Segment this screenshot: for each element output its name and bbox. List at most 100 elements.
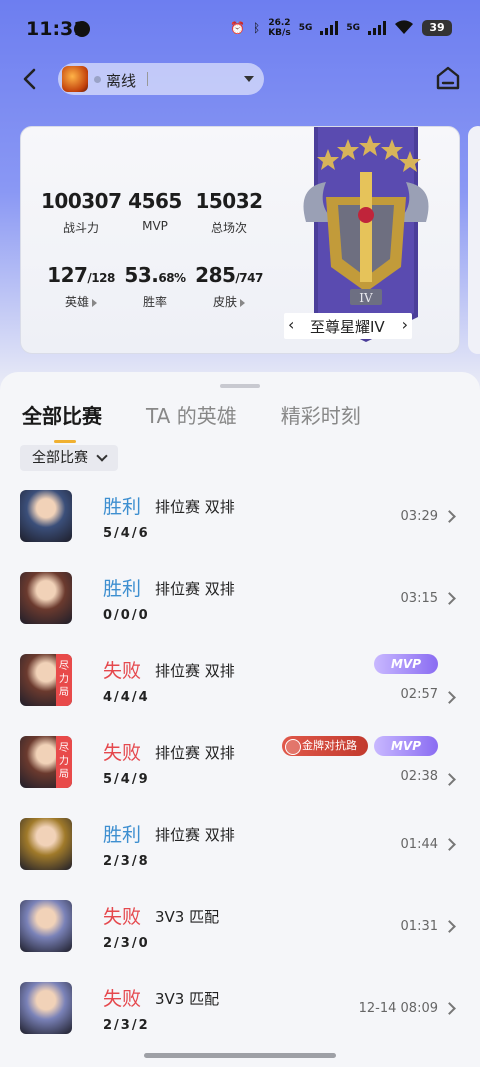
match-mode: 排位赛 双排 bbox=[155, 662, 235, 680]
match-mode: 排位赛 双排 bbox=[155, 498, 235, 516]
match-result: 胜利 bbox=[103, 578, 142, 600]
dropdown-arrow-icon bbox=[244, 76, 254, 82]
hero-portrait bbox=[20, 818, 72, 870]
bluetooth-icon: ᛒ bbox=[253, 21, 261, 35]
next-card-peek[interactable] bbox=[468, 126, 480, 354]
signal-bars-2-icon bbox=[368, 21, 386, 35]
hero-portrait bbox=[20, 982, 72, 1034]
match-history-sheet: 全部比赛 TA 的英雄 精彩时刻 全部比赛 胜利 排位赛 双排 5/4/6 03:29… bbox=[0, 372, 480, 1067]
stat-total-matches: 15032 总场次 bbox=[195, 189, 263, 235]
home-icon bbox=[436, 66, 460, 90]
match-row[interactable]: 胜利 排位赛 双排 2/3/8 01:44 bbox=[0, 818, 480, 890]
hero-portrait bbox=[20, 900, 72, 952]
match-duration: 02:38 bbox=[400, 769, 438, 784]
player-stats-card: 100307 战斗力 4565 MVP 15032 总场次 127/128 英雄… bbox=[20, 126, 460, 354]
stat-heroes[interactable]: 127/128 英雄 bbox=[41, 263, 121, 310]
chevron-right-icon bbox=[443, 510, 456, 523]
match-row[interactable]: 失败 3V3 匹配 2/3/2 12-14 08:09 bbox=[0, 982, 480, 1054]
tab-highlights[interactable]: 精彩时刻 bbox=[281, 400, 361, 429]
gold-lane-badge: 金牌对抗路 bbox=[282, 736, 368, 756]
match-row[interactable]: 胜利 排位赛 双排 5/4/6 03:29 bbox=[0, 490, 480, 562]
prev-season-button[interactable]: ‹ bbox=[288, 315, 294, 334]
chevron-right-icon bbox=[443, 773, 456, 786]
match-duration: 02:57 bbox=[400, 687, 438, 702]
match-kda: 5/4/9 bbox=[103, 772, 150, 787]
globe-icon bbox=[74, 21, 90, 37]
match-result: 胜利 bbox=[103, 824, 142, 846]
hero-portrait bbox=[20, 572, 72, 624]
svg-text:IV: IV bbox=[359, 291, 373, 305]
signal-2-icon: 5G bbox=[346, 23, 360, 33]
sheet-drag-handle[interactable] bbox=[220, 384, 260, 388]
chevron-down-icon bbox=[96, 450, 108, 462]
match-duration: 01:31 bbox=[400, 919, 438, 934]
tab-bar: 全部比赛 TA 的英雄 精彩时刻 bbox=[22, 400, 361, 443]
chevron-right-icon bbox=[92, 298, 97, 307]
stat-skins[interactable]: 285/747 皮肤 bbox=[189, 263, 269, 310]
chevron-right-icon bbox=[443, 1002, 456, 1015]
online-status-dot bbox=[94, 76, 101, 83]
match-mode: 排位赛 双排 bbox=[155, 580, 235, 598]
stat-combat-power: 100307 战斗力 bbox=[41, 189, 122, 235]
match-mode: 3V3 匹配 bbox=[155, 990, 220, 1008]
chevron-right-icon bbox=[443, 920, 456, 933]
tab-their-heroes[interactable]: TA 的英雄 bbox=[146, 400, 237, 429]
divider bbox=[147, 72, 148, 86]
match-row[interactable]: 尽力局 失败 排位赛 双排 4/4/4 MVP 02:57 bbox=[0, 654, 480, 726]
full-effort-badge: 尽力局 bbox=[56, 654, 72, 706]
stat-win-rate: 53.68% 胜率 bbox=[124, 263, 186, 309]
match-result: 失败 bbox=[103, 742, 142, 764]
online-status-label: 离线 bbox=[106, 72, 137, 90]
tab-all-matches[interactable]: 全部比赛 bbox=[22, 400, 102, 443]
next-season-button[interactable]: › bbox=[402, 315, 408, 334]
match-kda: 5/4/6 bbox=[103, 526, 150, 541]
match-filter-dropdown[interactable]: 全部比赛 bbox=[20, 445, 118, 471]
chevron-right-icon bbox=[443, 691, 456, 704]
back-arrow-icon bbox=[23, 68, 36, 90]
match-mode: 排位赛 双排 bbox=[155, 744, 235, 762]
account-switcher[interactable]: 离线 bbox=[58, 63, 264, 95]
match-result: 失败 bbox=[103, 906, 142, 928]
mvp-badge: MVP bbox=[374, 654, 438, 674]
signal-1-icon: 5G bbox=[298, 23, 313, 33]
match-row[interactable]: 尽力局 失败 排位赛 双排 5/4/9 金牌对抗路 MVP 02:38 bbox=[0, 736, 480, 808]
match-duration: 03:29 bbox=[400, 509, 438, 524]
chevron-right-icon bbox=[443, 838, 456, 851]
match-kda: 4/4/4 bbox=[103, 690, 150, 705]
status-bar: 11:31 ⏰ ᛒ 26.2 KB/s 5G 5G 39 bbox=[0, 0, 480, 60]
hero-portrait bbox=[20, 490, 72, 542]
match-row[interactable]: 失败 3V3 匹配 2/3/0 01:31 bbox=[0, 900, 480, 972]
back-button[interactable] bbox=[14, 62, 48, 96]
match-duration: 03:15 bbox=[400, 591, 438, 606]
match-result: 胜利 bbox=[103, 496, 142, 518]
rank-label: 至尊星耀IV bbox=[310, 318, 385, 336]
rank-switcher: ‹ 至尊星耀IV › bbox=[284, 313, 412, 339]
match-kda: 2/3/2 bbox=[103, 1018, 150, 1033]
home-indicator[interactable] bbox=[144, 1053, 336, 1058]
mvp-badge: MVP bbox=[374, 736, 438, 756]
hero-portrait: 尽力局 bbox=[20, 736, 72, 788]
match-duration: 01:44 bbox=[400, 837, 438, 852]
system-icons: ⏰ ᛒ 26.2 KB/s 5G 5G 39 bbox=[230, 18, 452, 38]
match-kda: 2/3/0 bbox=[103, 936, 150, 951]
full-effort-badge: 尽力局 bbox=[56, 736, 72, 788]
match-mode: 排位赛 双排 bbox=[155, 826, 235, 844]
match-row[interactable]: 胜利 排位赛 双排 0/0/0 03:15 bbox=[0, 572, 480, 644]
net-speed: 26.2 KB/s bbox=[268, 18, 291, 38]
header: 离线 bbox=[0, 60, 480, 100]
signal-bars-1-icon bbox=[320, 21, 339, 35]
chevron-right-icon bbox=[240, 298, 245, 307]
match-result: 失败 bbox=[103, 988, 142, 1010]
match-kda: 2/3/8 bbox=[103, 854, 150, 869]
hero-portrait: 尽力局 bbox=[20, 654, 72, 706]
match-mode: 3V3 匹配 bbox=[155, 908, 220, 926]
wifi-icon bbox=[394, 19, 414, 38]
home-button[interactable] bbox=[434, 64, 462, 92]
avatar bbox=[62, 66, 88, 92]
match-duration: 12-14 08:09 bbox=[358, 1001, 438, 1016]
chevron-right-icon bbox=[443, 592, 456, 605]
battery-icon: 39 bbox=[422, 20, 452, 36]
match-result: 失败 bbox=[103, 660, 142, 682]
match-kda: 0/0/0 bbox=[103, 608, 150, 623]
stat-mvp: 4565 MVP bbox=[128, 189, 182, 233]
